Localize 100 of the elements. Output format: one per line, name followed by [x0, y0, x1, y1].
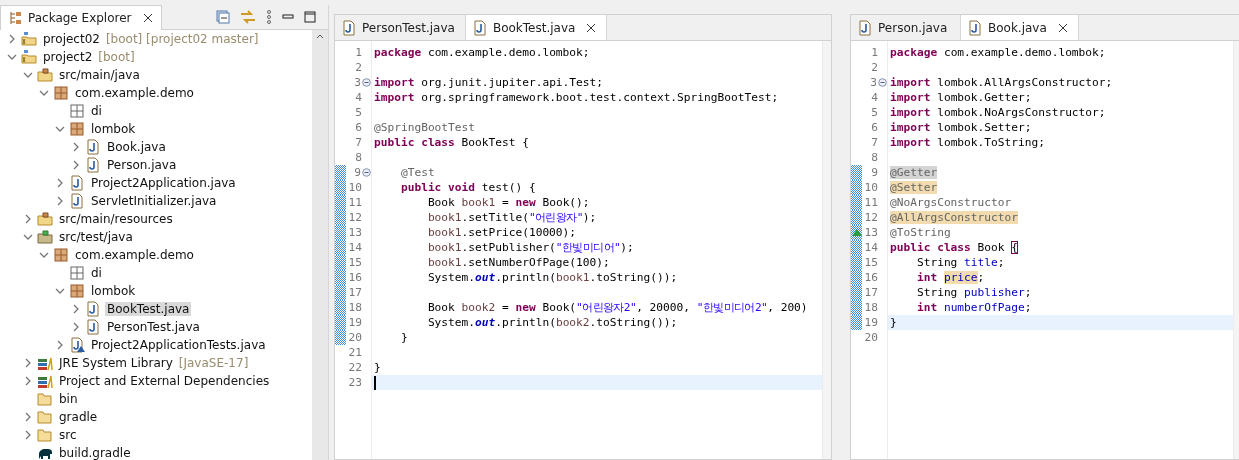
package-icon — [69, 121, 85, 137]
chevron-icon[interactable] — [39, 88, 49, 98]
chevron-icon[interactable] — [71, 304, 81, 314]
code-line: @NoArgsConstructor — [890, 195, 1012, 210]
tree-item[interactable]: Book.java — [105, 140, 168, 154]
source-folder-icon — [37, 229, 53, 245]
tree-item[interactable]: JRE System Library — [57, 356, 175, 370]
tree-item[interactable]: lombok — [89, 284, 138, 298]
line-number: 16 — [347, 271, 362, 284]
line-number: 14 — [863, 241, 878, 254]
line-number: 8 — [870, 151, 878, 164]
code-line: int numberOfPage; — [915, 300, 1032, 315]
chevron-icon[interactable] — [23, 412, 33, 422]
collapse-all-icon[interactable] — [216, 10, 230, 24]
line-number: 6 — [870, 121, 878, 134]
tree-item[interactable]: Project2Application.java — [89, 176, 238, 190]
editor-tab[interactable]: Book.java — [961, 15, 1079, 40]
chevron-icon[interactable] — [55, 178, 65, 188]
chevron-icon[interactable] — [23, 358, 33, 368]
tree-item[interactable]: PersonTest.java — [105, 320, 202, 334]
close-icon[interactable] — [586, 22, 597, 33]
line-number: 13 — [347, 226, 362, 239]
chevron-icon[interactable] — [55, 286, 65, 296]
chevron-icon[interactable] — [23, 70, 33, 80]
folder-icon — [37, 409, 53, 425]
line-number: 2 — [870, 61, 878, 74]
tree-item[interactable]: gradle — [57, 410, 100, 424]
tree-item[interactable]: com.example.demo — [73, 86, 196, 100]
tree-item-decoration: [boot] [project02 master] — [105, 32, 259, 46]
tree-item[interactable]: lombok — [89, 122, 138, 136]
chevron-icon[interactable] — [23, 214, 33, 224]
chevron-icon[interactable] — [23, 232, 33, 242]
tree-item[interactable]: Person.java — [105, 158, 179, 172]
chevron-icon[interactable] — [39, 250, 49, 260]
line-number: 17 — [347, 286, 362, 299]
line-number: 12 — [347, 211, 362, 224]
tree-item[interactable]: src — [57, 428, 79, 442]
line-number: 12 — [863, 211, 878, 224]
java-file-icon — [967, 19, 983, 36]
library-icon — [37, 373, 53, 389]
tree-item[interactable]: project2 — [41, 50, 95, 64]
tree-item[interactable]: Project2ApplicationTests.java — [89, 338, 268, 352]
tree-item[interactable]: build.gradle — [57, 446, 133, 460]
view-tab[interactable]: Package Explorer — [0, 4, 162, 30]
package-icon — [53, 85, 69, 101]
chevron-icon[interactable] — [55, 124, 65, 134]
source-folder-icon — [37, 67, 53, 83]
chevron-icon[interactable] — [55, 196, 65, 206]
tree-item[interactable]: BookTest.java — [105, 302, 192, 316]
java-file-icon — [69, 193, 85, 209]
tree-item[interactable]: src/main/java — [57, 68, 142, 82]
more-icon[interactable] — [266, 10, 272, 24]
chevron-icon[interactable] — [7, 52, 17, 62]
tree-item[interactable]: di — [89, 266, 104, 280]
line-number: 5 — [354, 106, 362, 119]
tree-item[interactable]: com.example.demo — [73, 248, 196, 262]
collapse-icon[interactable] — [878, 78, 887, 87]
chevron-icon[interactable] — [7, 34, 17, 44]
close-icon[interactable] — [1057, 22, 1068, 33]
chevron-icon[interactable] — [71, 142, 81, 152]
package-icon — [69, 283, 85, 299]
tree-item-decoration: [JavaSE-17] — [178, 356, 249, 370]
tree-item[interactable]: ServletInitializer.java — [89, 194, 219, 208]
collapse-icon[interactable] — [362, 168, 371, 177]
collapse-icon[interactable] — [362, 78, 371, 87]
java-file-icon — [85, 301, 101, 317]
tree-item[interactable]: bin — [57, 392, 80, 406]
text-cursor — [374, 375, 376, 390]
code-line: package com.example.demo.lombok; — [890, 45, 1106, 60]
line-number: 1 — [354, 46, 362, 59]
editor-tab[interactable]: BookTest.java — [465, 15, 608, 40]
close-icon[interactable] — [142, 12, 153, 23]
tree-item[interactable]: Project and External Dependencies — [57, 374, 272, 388]
chevron-icon[interactable] — [71, 160, 81, 170]
scroll-up-icon[interactable] — [316, 33, 324, 39]
line-number: 8 — [354, 151, 362, 164]
code-line: @ToString — [890, 225, 951, 240]
line-number: 4 — [354, 91, 362, 104]
line-number: 4 — [870, 91, 878, 104]
code-line: System.out.println(book2.toString()); — [426, 315, 678, 330]
tree-item[interactable]: src/main/resources — [57, 212, 175, 226]
code-line: import lombok.Setter; — [890, 120, 1032, 135]
tree-item[interactable]: project02 — [41, 32, 102, 46]
line-number: 21 — [347, 346, 362, 359]
chevron-icon[interactable] — [23, 376, 33, 386]
line-number: 10 — [863, 181, 878, 194]
code-line: import lombok.AllArgsConstructor; — [890, 75, 1113, 90]
highlighted-text: @AllArgsConstructor — [890, 211, 1018, 224]
chevron-icon[interactable] — [55, 340, 65, 350]
java-file-icon — [85, 319, 101, 335]
tree-item[interactable]: src/test/java — [57, 230, 135, 244]
maximize-icon[interactable] — [304, 11, 316, 23]
tree-item[interactable]: di — [89, 104, 104, 118]
line-number: 17 — [863, 286, 878, 299]
java-file-icon — [471, 19, 488, 36]
java-file-icon — [85, 157, 101, 173]
code-line: import lombok.ToString; — [890, 135, 1045, 150]
chevron-icon[interactable] — [71, 322, 81, 332]
line-number: 3 — [869, 76, 877, 89]
chevron-icon[interactable] — [23, 430, 33, 440]
